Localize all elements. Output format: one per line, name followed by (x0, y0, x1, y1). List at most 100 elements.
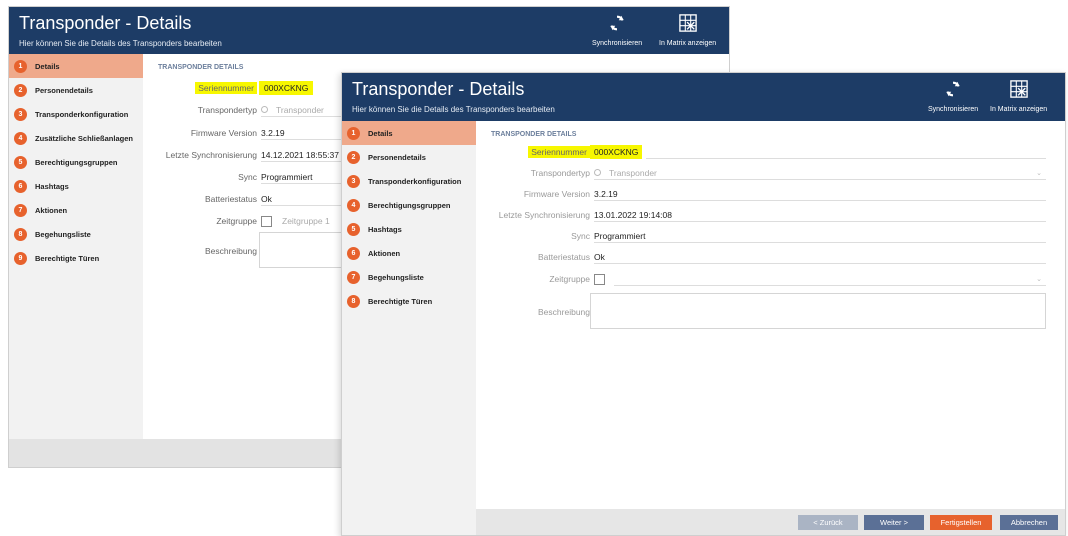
sidebar: 1 Details 2 Personendetails 3 Transponderko… (342, 121, 476, 535)
serial-value[interactable]: 000XCKNG (590, 145, 643, 159)
nav-berechtigungsgruppen[interactable]: 4 Berechtigungsgruppen (342, 193, 476, 217)
lastsync-row: Letzte Synchronisierung 13.01.2022 19:14… (476, 208, 1046, 222)
nav-personendetails[interactable]: 2 Personendetails (9, 78, 143, 102)
lastsync-label: Letzte Synchronisierung (165, 150, 257, 160)
finish-button[interactable]: Fertigstellen (930, 515, 992, 530)
type-row: Transpondertyp Transponder ⌄ (476, 166, 1046, 180)
window-subtitle: Hier können Sie die Details des Transpon… (19, 39, 222, 48)
nav-transponderkonfiguration[interactable]: 3 Transponderkonfiguration (9, 102, 143, 126)
type-text: Transponder (276, 104, 324, 115)
nav-label: Details (35, 61, 60, 71)
nav-details[interactable]: 1 Details (342, 121, 476, 145)
desc-label: Beschreibung (205, 246, 257, 256)
cancel-button[interactable]: Abbrechen (1000, 515, 1058, 530)
nav-personendetails[interactable]: 2 Personendetails (342, 145, 476, 169)
step-number: 7 (14, 203, 27, 217)
timegroup-checkbox[interactable] (594, 273, 605, 285)
radio-icon (594, 169, 601, 176)
step-number: 6 (347, 246, 360, 260)
nav-aktionen[interactable]: 6 Aktionen (342, 241, 476, 265)
nav-label: Personendetails (35, 85, 93, 95)
nav-transponderkonfiguration[interactable]: 3 Transponderkonfiguration (342, 169, 476, 193)
step-number: 4 (347, 198, 360, 212)
sync-status-label: Sync (238, 172, 257, 182)
timegroup-label: Zeitgruppe (549, 274, 590, 284)
serial-value[interactable]: 000XCKNG (259, 81, 314, 95)
nav-label: Details (368, 128, 393, 138)
type-select: Transponder ⌄ (594, 166, 1046, 180)
nav-berechtigte-tueren[interactable]: 9 Berechtigte Türen (9, 246, 143, 270)
lastsync-value: 13.01.2022 19:14:08 (594, 208, 1046, 222)
sync-icon (607, 13, 627, 33)
nav-details[interactable]: 1 Details (9, 54, 143, 78)
nav-label: Begehungsliste (368, 272, 424, 282)
nav-label: Personendetails (368, 152, 426, 162)
front-window: Transponder - Details Hier können Sie di… (341, 72, 1066, 536)
matrix-button[interactable]: In Matrix anzeigen (990, 79, 1047, 113)
battery-value: Ok (261, 192, 353, 206)
nav-label: Begehungsliste (35, 229, 91, 239)
timegroup-checkbox[interactable] (261, 215, 272, 227)
description-textarea[interactable] (590, 293, 1046, 329)
back-button[interactable]: < Zurück (798, 515, 858, 530)
nav-label: Hashtags (35, 181, 69, 191)
nav-begehungsliste[interactable]: 7 Begehungsliste (342, 265, 476, 289)
firmware-value: 3.2.19 (261, 126, 353, 140)
nav-label: Berechtigungsgruppen (368, 200, 451, 210)
sync-status-label: Sync (571, 231, 590, 241)
nav-hashtags[interactable]: 5 Hashtags (342, 217, 476, 241)
step-number: 8 (347, 294, 360, 308)
section-title: TRANSPONDER DETAILS (491, 131, 577, 138)
sync-icon (943, 79, 963, 99)
serial-label: Seriennummer (195, 82, 257, 94)
matrix-icon (1009, 79, 1029, 99)
nav-berechtigte-tueren[interactable]: 8 Berechtigte Türen (342, 289, 476, 313)
nav-label: Aktionen (35, 205, 68, 215)
nav-label: Transponderkonfiguration (35, 109, 129, 119)
matrix-label: In Matrix anzeigen (659, 40, 717, 47)
timegroup-label: Zeitgruppe (216, 216, 257, 226)
firmware-row: Firmware Version 3.2.19 (476, 187, 1046, 201)
sync-label: Synchronisieren (592, 40, 643, 47)
nav-zusaetzliche-schliessanlagen[interactable]: 4 Zusätzliche Schließanlagen (9, 126, 143, 150)
firmware-value: 3.2.19 (594, 187, 1046, 201)
lastsync-value: 14.12.2021 18:55:37 (261, 148, 353, 162)
nav-berechtigungsgruppen[interactable]: 5 Berechtigungsgruppen (9, 150, 143, 174)
type-value: Transponder (261, 103, 353, 117)
nav-aktionen[interactable]: 7 Aktionen (9, 198, 143, 222)
timegroup-select[interactable]: Zeitgruppe 1 (282, 216, 330, 226)
details-panel: TRANSPONDER DETAILS Seriennummer 000XCKN… (476, 121, 1065, 509)
nav-hashtags[interactable]: 6 Hashtags (9, 174, 143, 198)
type-text: Transponder (609, 167, 657, 178)
step-number: 1 (14, 59, 27, 73)
step-number: 7 (347, 270, 360, 284)
step-number: 2 (347, 150, 360, 164)
matrix-label: In Matrix anzeigen (990, 106, 1048, 113)
sync-status-value: Programmiert (594, 229, 1046, 243)
sync-button[interactable]: Synchronisieren (592, 13, 642, 47)
serial-underline (646, 145, 1046, 159)
step-number: 5 (14, 155, 27, 169)
sync-row: Sync Programmiert (476, 229, 1046, 243)
type-label: Transpondertyp (197, 105, 257, 115)
timegroup-value: Zeitgruppe 1 (261, 214, 353, 228)
sync-button[interactable]: Synchronisieren (928, 79, 978, 113)
battery-label: Batteriestatus (205, 194, 257, 204)
matrix-button[interactable]: In Matrix anzeigen (659, 13, 716, 47)
nav-begehungsliste[interactable]: 8 Begehungsliste (9, 222, 143, 246)
firmware-label: Firmware Version (190, 128, 257, 138)
timegroup-select[interactable]: ⌄ (614, 272, 1046, 286)
section-title: TRANSPONDER DETAILS (158, 64, 244, 71)
battery-label: Batteriestatus (538, 252, 590, 262)
window-title: Transponder - Details (352, 79, 525, 99)
nav-label: Berechtigte Türen (368, 296, 433, 306)
footer-bar: < Zurück Weiter > Fertigstellen Abbreche… (476, 509, 1065, 535)
step-number: 8 (14, 227, 27, 241)
battery-value: Ok (594, 250, 1046, 264)
nav-label: Aktionen (368, 248, 401, 258)
step-number: 2 (14, 83, 27, 97)
window-title: Transponder - Details (19, 13, 192, 33)
next-button[interactable]: Weiter > (864, 515, 924, 530)
header: Transponder - Details Hier können Sie di… (9, 7, 729, 54)
step-number: 5 (347, 222, 360, 236)
